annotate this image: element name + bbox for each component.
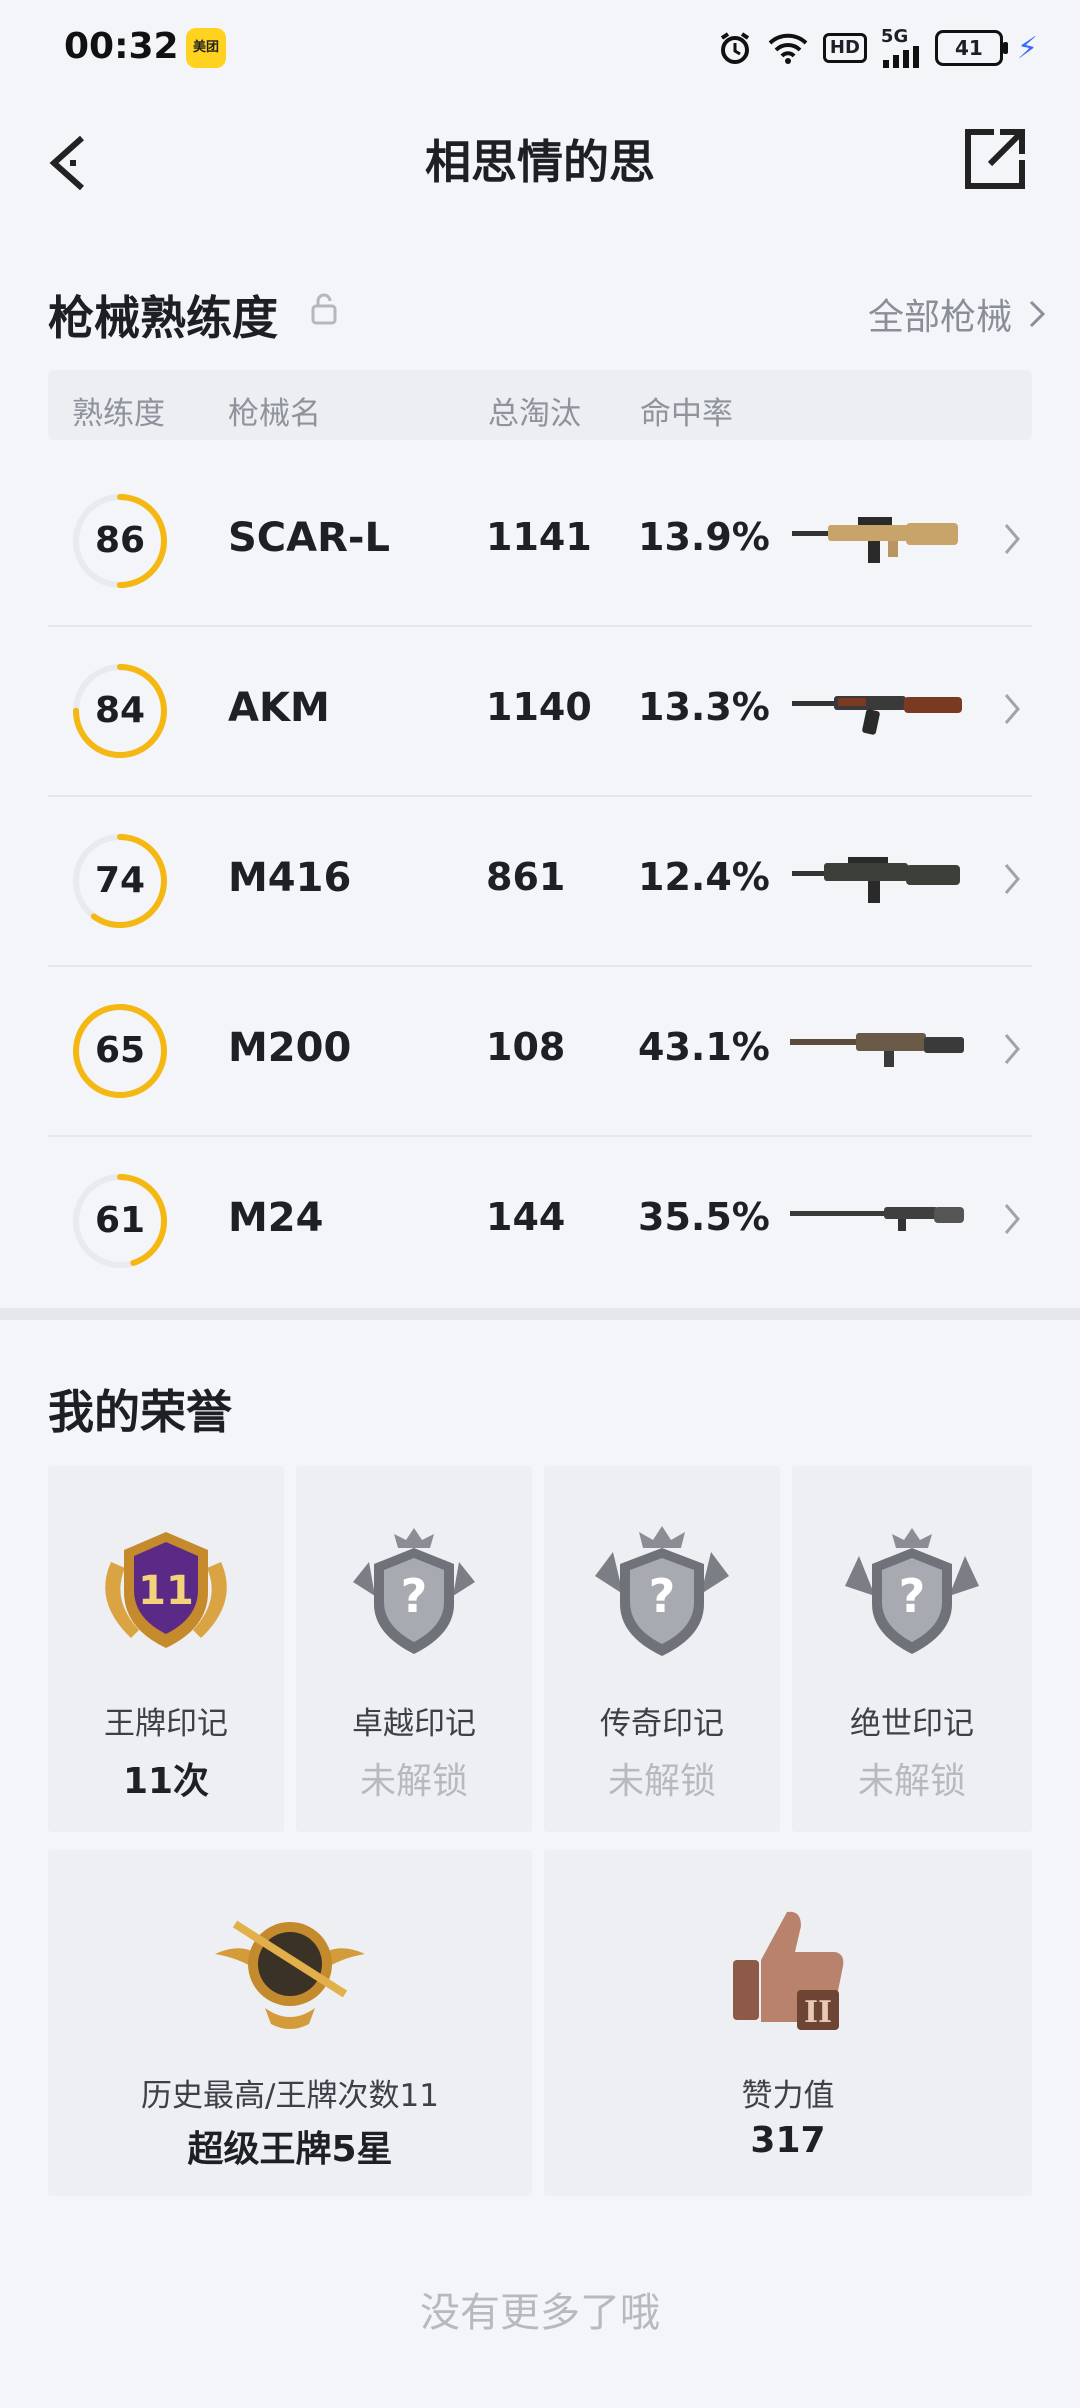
m24-rifle-icon <box>790 1207 964 1231</box>
kill-count: 861 <box>486 855 566 899</box>
honor-card-excellence[interactable]: ? 卓越印记 未解锁 <box>296 1466 532 1832</box>
svg-text:?: ? <box>401 1569 428 1623</box>
weapon-row[interactable]: 74 M416 861 12.4% <box>48 795 1032 967</box>
chevron-right-icon <box>1029 300 1046 328</box>
weapon-name: M416 <box>228 855 352 901</box>
alarm-icon <box>717 30 753 66</box>
hit-rate: 13.3% <box>638 685 770 729</box>
kill-count: 144 <box>486 1195 566 1239</box>
likes-card[interactable]: II 赞力值 317 <box>544 1850 1032 2196</box>
akm-rifle-icon <box>792 696 962 735</box>
col-weapon-name: 枪械名 <box>228 396 321 432</box>
thumbs-up-icon: II <box>733 1911 844 2030</box>
honor-value: 未解锁 <box>607 1761 716 1802</box>
honor-value: 未解锁 <box>359 1761 468 1802</box>
hit-rate: 43.1% <box>638 1025 770 1069</box>
m200-rifle-icon <box>790 1033 964 1067</box>
kill-count: 108 <box>486 1025 566 1069</box>
weapon-row[interactable]: 61 M24 144 35.5% <box>48 1135 1032 1305</box>
signal-label: 5G <box>880 26 909 47</box>
proficiency-value: 61 <box>94 1200 146 1241</box>
svg-text:II: II <box>804 1995 832 2030</box>
honor-name: 传奇印记 <box>600 1706 724 1742</box>
honor-name: 历史最高/王牌次数11 <box>141 2078 439 2114</box>
locked-badge-icon: ? <box>845 1528 979 1654</box>
col-hit-rate: 命中率 <box>640 396 733 432</box>
title-bar: 相思情的思 <box>0 96 1080 220</box>
honor-card-legend[interactable]: ? 传奇印记 未解锁 <box>544 1466 780 1832</box>
weapon-name: AKM <box>228 685 330 731</box>
super-ace-badge-icon <box>215 1920 365 2029</box>
kill-count: 1140 <box>486 685 592 729</box>
honor-name: 王牌印记 <box>104 1706 228 1742</box>
svg-text:?: ? <box>649 1569 676 1623</box>
chevron-right-icon <box>1004 864 1020 894</box>
col-proficiency: 熟练度 <box>72 396 165 432</box>
proficiency-value: 65 <box>94 1030 146 1071</box>
chevron-right-icon <box>1004 694 1020 724</box>
weapon-row[interactable]: 86 SCAR-L 1141 13.9% <box>48 455 1032 627</box>
hit-rate: 35.5% <box>638 1195 770 1239</box>
col-kills: 总淘汰 <box>488 396 581 432</box>
weapon-row[interactable]: 84 AKM 1140 13.3% <box>48 625 1032 797</box>
signal-icon: 5G <box>881 28 921 68</box>
honor-name: 绝世印记 <box>850 1706 974 1742</box>
status-bar: 00:32 美团 HD 5G 41 ⚡ <box>0 0 1080 96</box>
honor-value: 未解锁 <box>857 1761 966 1802</box>
ace-badge-icon: 11 <box>105 1532 227 1648</box>
charging-icon: ⚡ <box>1016 30 1038 66</box>
chevron-right-icon <box>1004 1034 1020 1064</box>
meituan-app-icon: 美团 <box>186 28 226 68</box>
all-weapons-link[interactable]: 全部枪械 <box>868 288 1046 340</box>
page-title: 相思情的思 <box>425 135 655 189</box>
ace-badge-number: 11 <box>138 1568 194 1614</box>
weapon-name: M200 <box>228 1025 352 1071</box>
share-button[interactable] <box>960 124 1030 194</box>
battery-icon: 41 <box>934 30 1008 66</box>
honor-value: 超级王牌5星 <box>187 2129 393 2170</box>
locked-badge-icon: ? <box>353 1528 475 1654</box>
lock-icon[interactable] <box>310 292 338 326</box>
m416-rifle-icon <box>792 857 960 903</box>
svg-text:?: ? <box>899 1569 926 1623</box>
share-icon <box>965 129 1025 189</box>
proficiency-value: 74 <box>94 860 146 901</box>
honor-value: 317 <box>750 2120 826 2161</box>
weapon-name: SCAR-L <box>228 515 391 561</box>
hit-rate: 12.4% <box>638 855 770 899</box>
section-divider <box>0 1308 1080 1320</box>
honors-section-title: 我的荣誉 <box>48 1385 232 1439</box>
honor-card-ace[interactable]: 11 王牌印记 11次 <box>48 1466 284 1832</box>
proficiency-value: 86 <box>94 520 146 561</box>
honor-name: 卓越印记 <box>352 1706 476 1742</box>
chevron-right-icon <box>1004 524 1020 554</box>
end-of-list-text: 没有更多了哦 <box>420 2290 660 2336</box>
chevron-right-icon <box>1004 1204 1020 1234</box>
proficiency-value: 84 <box>94 690 146 731</box>
locked-badge-icon: ? <box>595 1526 729 1656</box>
honor-name: 赞力值 <box>741 2078 835 2114</box>
honor-card-peerless[interactable]: ? 绝世印记 未解锁 <box>792 1466 1032 1832</box>
weapon-name: M24 <box>228 1195 324 1241</box>
weapons-section-title: 枪械熟练度 <box>48 291 278 345</box>
status-time: 00:32 <box>64 26 179 67</box>
wifi-icon <box>767 31 809 65</box>
hd-icon: HD <box>822 33 867 63</box>
hit-rate: 13.9% <box>638 515 770 559</box>
all-weapons-label: 全部枪械 <box>867 297 1012 338</box>
kill-count: 1141 <box>486 515 592 559</box>
status-icons: HD 5G 41 ⚡ <box>717 26 1038 70</box>
weapon-row[interactable]: 65 M200 108 43.1% <box>48 965 1032 1137</box>
highest-tier-card[interactable]: 历史最高/王牌次数11 超级王牌5星 <box>48 1850 532 2196</box>
honor-value: 11次 <box>122 1761 210 1802</box>
weapons-table-header: 熟练度 枪械名 总淘汰 命中率 <box>48 370 1032 440</box>
scar-l-rifle-icon <box>792 517 958 563</box>
